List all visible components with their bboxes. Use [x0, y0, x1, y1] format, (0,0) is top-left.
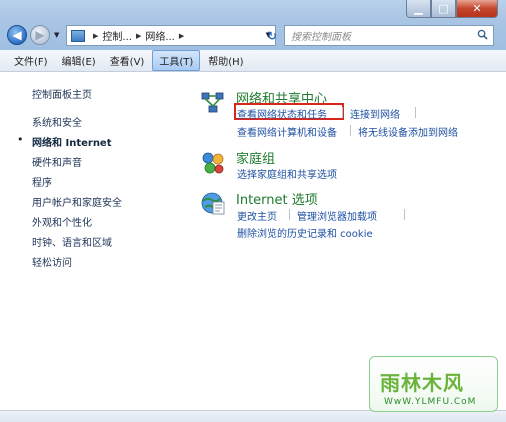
link-add-wireless-device[interactable]: 将无线设备添加到网络 — [358, 124, 458, 139]
address-bar[interactable]: ▶ 控制... ▶ 网络... ▶ ▼ — [66, 25, 276, 46]
menu-help[interactable]: 帮助(H) — [202, 51, 249, 70]
menu-bar: 文件(F) 编辑(E) 查看(V) 工具(T) 帮助(H) — [0, 50, 506, 72]
search-box[interactable]: 搜索控制面板 — [284, 25, 494, 46]
menu-tools[interactable]: 工具(T) — [152, 50, 201, 71]
link-change-homepage[interactable]: 更改主页 — [237, 208, 277, 223]
title-bar: ▁ □ ✕ ◀ ▶ ▼ ▶ 控制... ▶ 网络... ▶ ▼ ↻ 搜索控制面板 — [0, 0, 506, 50]
search-icon[interactable] — [477, 29, 488, 40]
recent-pages-dropdown[interactable]: ▼ — [54, 31, 59, 39]
breadcrumb-separator[interactable]: ▶ — [179, 32, 184, 40]
sidebar-item-user-accounts[interactable]: 用户帐户和家庭安全 — [32, 194, 122, 209]
link-separator — [350, 125, 351, 136]
watermark-url: WwW.YLMFU.CoM — [384, 397, 477, 407]
link-homegroup-sharing-options[interactable]: 选择家庭组和共享选项 — [237, 166, 337, 181]
internet-options-icon — [201, 192, 225, 215]
sidebar-item-system-security[interactable]: 系统和安全 — [32, 114, 82, 129]
refresh-icon: ↻ — [266, 28, 278, 43]
link-delete-history[interactable]: 删除浏览的历史记录和 cookie — [237, 225, 373, 240]
maximize-button[interactable]: □ — [431, 0, 456, 18]
current-item-bullet: • — [17, 133, 24, 146]
link-separator — [415, 107, 416, 118]
search-input[interactable]: 搜索控制面板 — [291, 28, 351, 43]
sidebar-item-control-panel-home[interactable]: 控制面板主页 — [32, 86, 92, 101]
sidebar-item-appearance[interactable]: 外观和个性化 — [32, 214, 92, 229]
breadcrumb-separator[interactable]: ▶ — [93, 32, 98, 40]
back-arrow-icon: ◀ — [12, 28, 22, 42]
internet-options-title[interactable]: Internet 选项 — [236, 189, 318, 208]
minimize-button[interactable]: ▁ — [406, 0, 431, 18]
breadcrumb-control-panel[interactable]: 控制... — [102, 28, 132, 43]
menu-edit[interactable]: 编辑(E) — [56, 51, 102, 70]
network-icon — [201, 92, 224, 113]
sidebar-item-programs[interactable]: 程序 — [32, 174, 52, 189]
sidebar-item-clock-region[interactable]: 时钟、语言和区域 — [32, 234, 112, 249]
homegroup-icon — [202, 152, 224, 174]
link-separator — [342, 107, 343, 118]
homegroup-title[interactable]: 家庭组 — [236, 148, 275, 167]
sidebar-item-network-internet[interactable]: 网络和 Internet — [32, 134, 112, 149]
sidebar-item-hardware-sound[interactable]: 硬件和声音 — [32, 154, 82, 169]
link-connect-network[interactable]: 连接到网络 — [350, 106, 400, 121]
breadcrumb-network[interactable]: 网络... — [145, 28, 175, 43]
menu-file[interactable]: 文件(F) — [8, 51, 54, 70]
window-controls: ▁ □ ✕ — [406, 0, 498, 20]
back-button[interactable]: ◀ — [7, 25, 27, 45]
close-button[interactable]: ✕ — [456, 0, 498, 18]
watermark-text: 雨林木风 — [380, 371, 464, 395]
forward-arrow-icon: ▶ — [35, 28, 45, 42]
link-view-network-computers[interactable]: 查看网络计算机和设备 — [237, 124, 337, 139]
link-manage-addons[interactable]: 管理浏览器加载项 — [297, 208, 377, 223]
link-view-network-status[interactable]: 查看网络状态和任务 — [237, 106, 327, 121]
breadcrumb-separator[interactable]: ▶ — [136, 32, 141, 40]
forward-button[interactable]: ▶ — [30, 25, 50, 45]
refresh-button[interactable]: ↻ — [262, 25, 282, 46]
sidebar-item-ease-of-access[interactable]: 轻松访问 — [32, 254, 72, 269]
control-panel-icon — [71, 29, 85, 42]
link-separator — [404, 209, 405, 220]
watermark-logo: 雨林木风 WwW.YLMFU.CoM — [369, 356, 498, 412]
link-separator — [289, 209, 290, 220]
sidebar: 控制面板主页 系统和安全 • 网络和 Internet 硬件和声音 程序 用户帐… — [0, 72, 180, 412]
menu-view[interactable]: 查看(V) — [104, 51, 151, 70]
